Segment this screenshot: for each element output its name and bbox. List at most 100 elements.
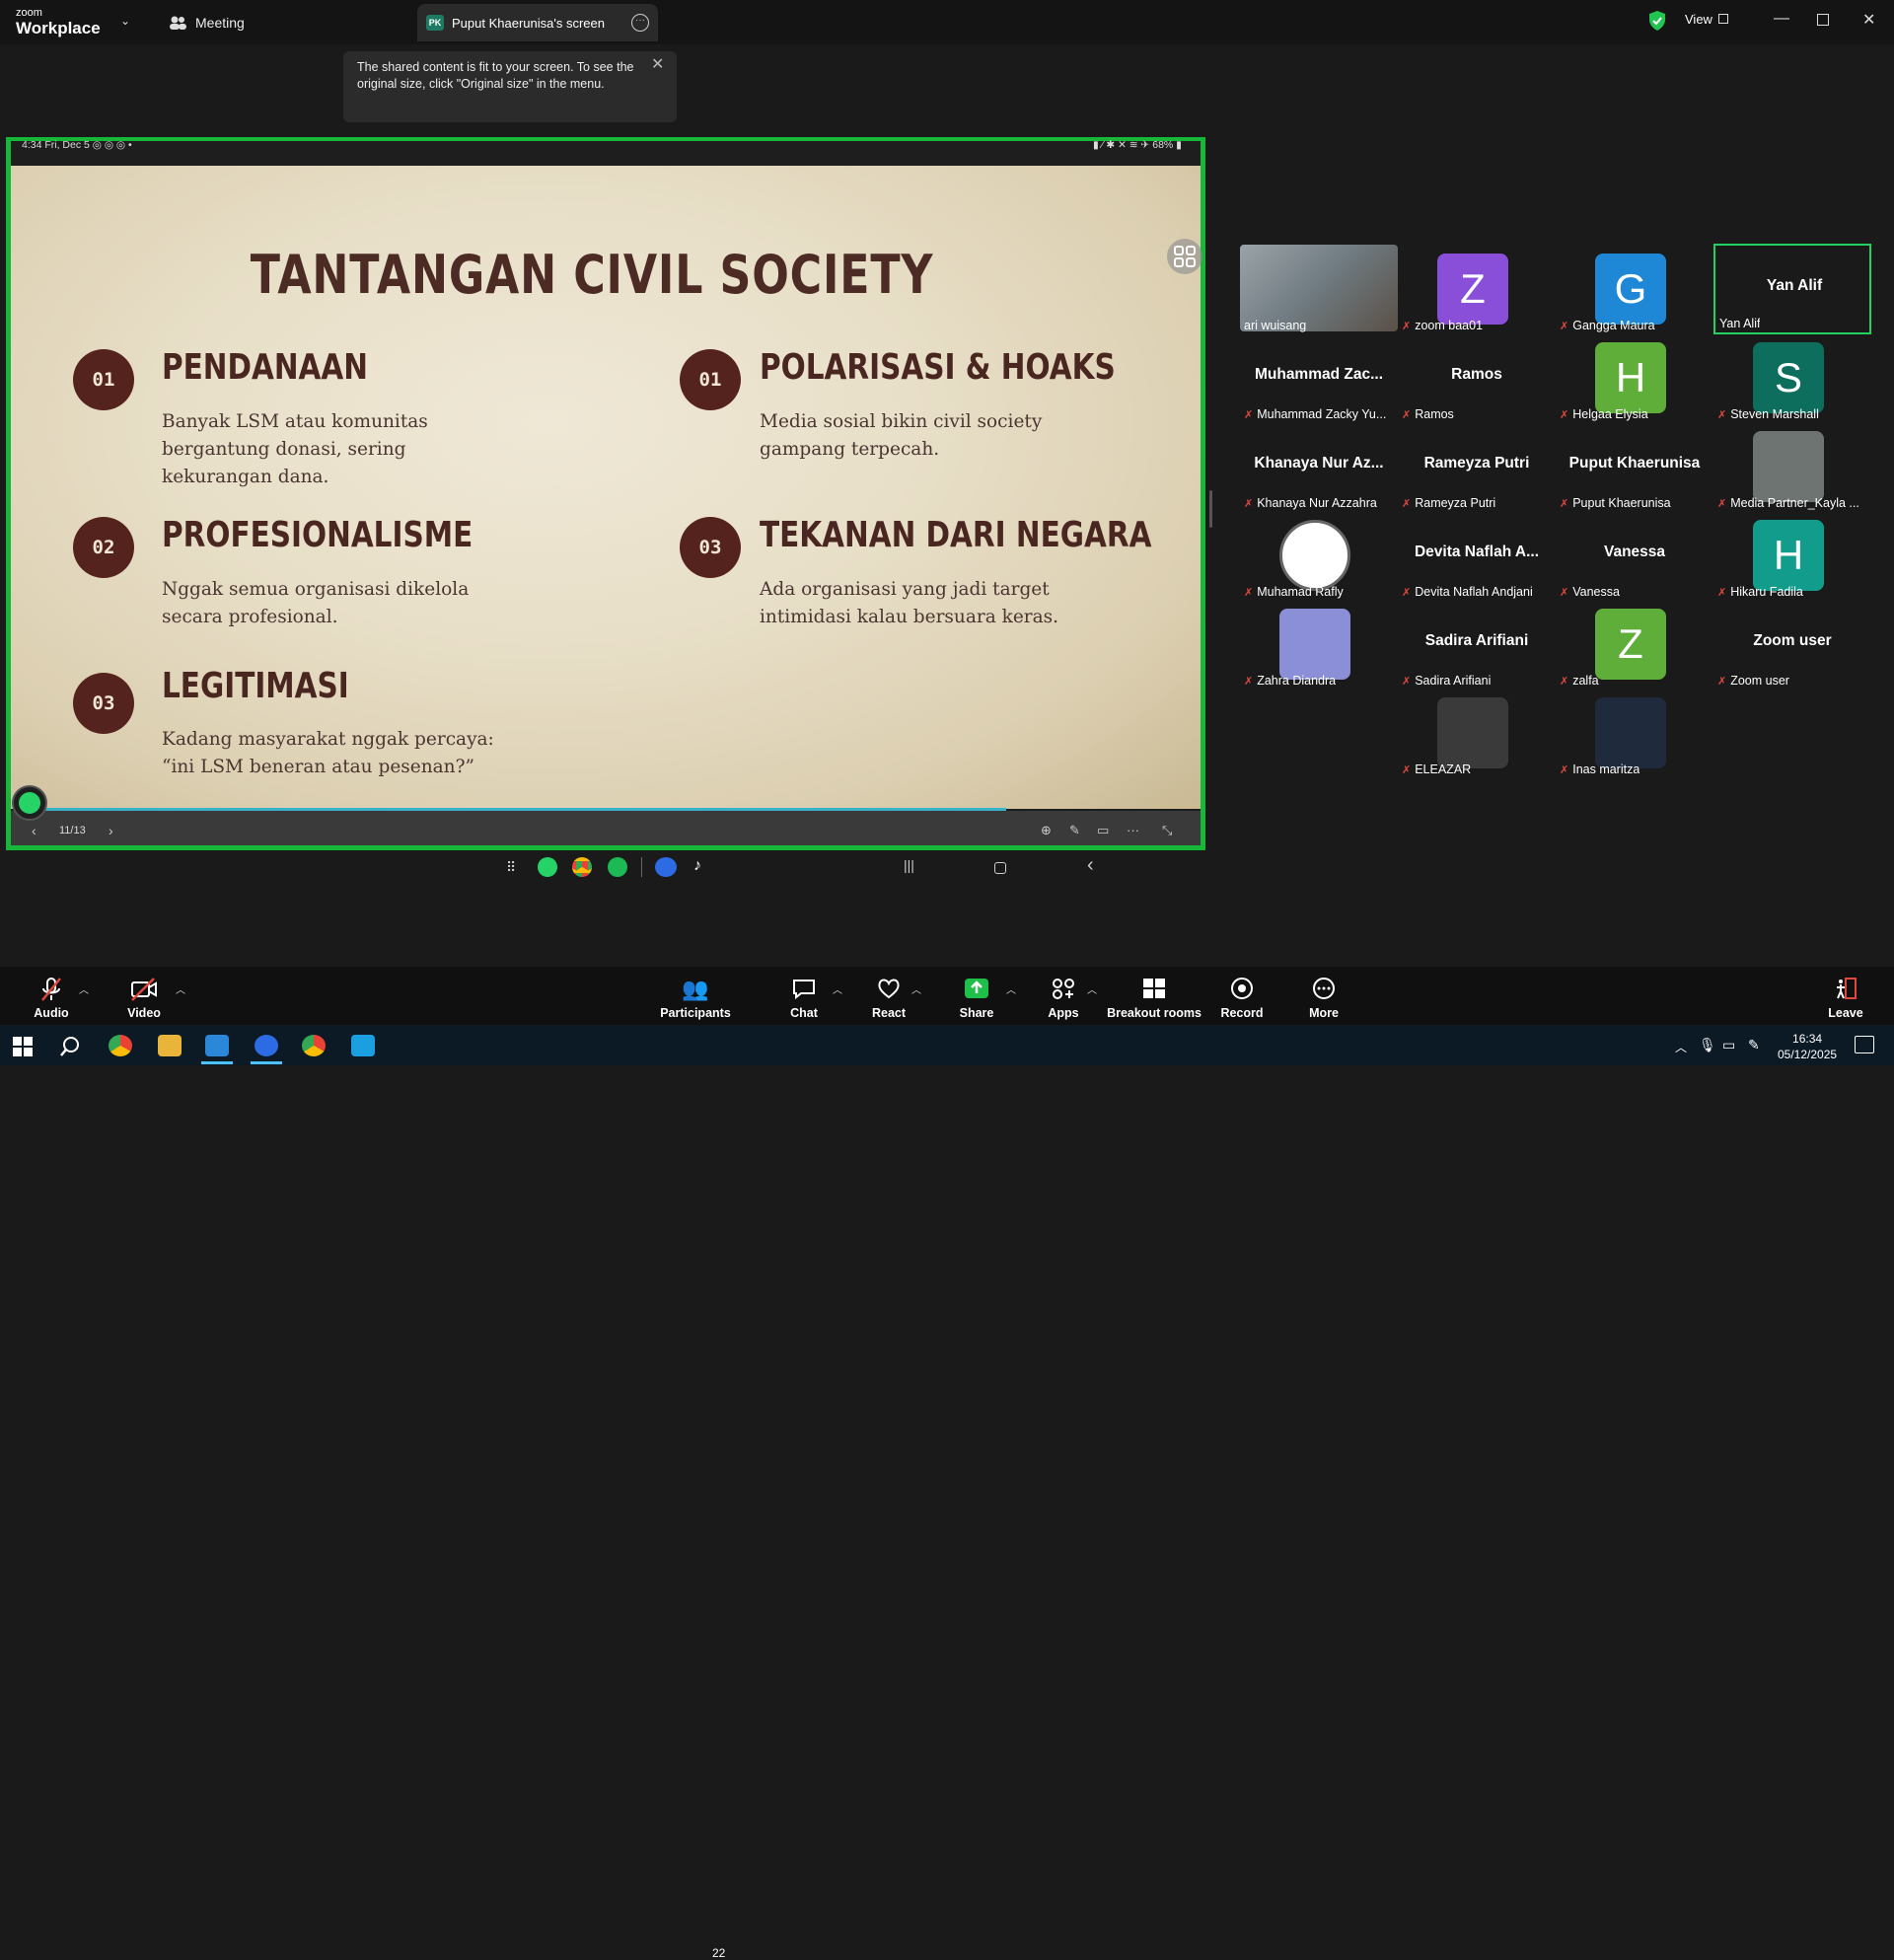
participant-tile[interactable]: Vanessa ✗ Vanessa (1556, 512, 1713, 601)
share-options-icon[interactable]: ··· (631, 14, 649, 32)
mic-muted-icon: ✗ (1560, 498, 1569, 510)
participant-tile[interactable]: ✗ Zahra Diandra (1240, 601, 1398, 690)
participant-tile[interactable]: ari wuisang (1240, 245, 1398, 334)
participants-button[interactable]: 👥 Participants (656, 967, 735, 1022)
mic-muted-icon: ✗ (1402, 587, 1412, 599)
participant-tile[interactable]: Sadira Arifiani ✗ Sadira Arifiani (1398, 601, 1556, 690)
apps-options-caret-icon[interactable]: ︿ (1087, 981, 1097, 996)
windows-start-icon[interactable] (13, 1037, 33, 1056)
search-icon[interactable] (59, 1036, 81, 1057)
taskbar-clock[interactable]: 16:34 05/12/2025 (1778, 1031, 1837, 1062)
app-menu-chevron-icon[interactable]: ⌄ (120, 14, 130, 28)
mic-muted-icon: ✗ (1402, 498, 1412, 510)
participant-display-name: Ramos (1451, 366, 1502, 383)
participant-name: Zoom user (1730, 674, 1789, 688)
security-shield-icon[interactable] (1647, 10, 1667, 32)
participant-tile[interactable]: ✗ Media Partner_Kayla ... (1713, 423, 1871, 512)
notifications-icon[interactable] (1855, 1036, 1874, 1053)
chrome-taskbar-icon[interactable] (109, 1035, 132, 1056)
next-slide-icon[interactable]: › (109, 823, 113, 838)
pen-icon[interactable]: ✎ (1069, 823, 1080, 838)
participant-tile[interactable]: ✗ Inas maritza (1556, 690, 1713, 778)
tray-mic-icon[interactable]: 🎙 (1699, 1037, 1716, 1053)
participant-tile[interactable]: Khanaya Nur Az... ✗ Khanaya Nur Azzahra (1240, 423, 1398, 512)
more-button[interactable]: More (1304, 967, 1344, 1022)
chat-button[interactable]: Chat (784, 967, 824, 1022)
close-window-icon[interactable]: ✕ (1862, 10, 1875, 30)
participant-name: Sadira Arifiani (1415, 674, 1492, 688)
video-button[interactable]: Video (116, 967, 172, 1022)
participant-tile[interactable]: S ✗ Steven Marshall (1713, 334, 1871, 423)
section-heading: LEGITIMASI (162, 666, 349, 706)
zoom-taskbar-icon[interactable] (255, 1035, 278, 1056)
recent-apps-icon[interactable]: ||| (904, 857, 914, 873)
view-button[interactable]: View (1685, 12, 1712, 27)
react-button[interactable]: React (868, 967, 910, 1022)
mic-muted-icon: ✗ (1402, 409, 1412, 421)
subtitles-icon[interactable]: ▭ (1097, 823, 1109, 838)
exit-fullscreen-icon[interactable]: ⤡ (1162, 823, 1172, 838)
file-explorer-icon[interactable] (158, 1035, 182, 1056)
audio-button[interactable]: Audio (24, 967, 79, 1022)
participant-avatar: H (1753, 520, 1824, 591)
participant-name-label: ✗ Zahra Diandra (1244, 674, 1336, 688)
share-button[interactable]: Share (955, 967, 998, 1022)
chat-options-caret-icon[interactable]: ︿ (833, 981, 842, 996)
participant-tile[interactable]: Puput Khaerunisa ✗ Puput Khaerunisa (1556, 423, 1713, 512)
tray-pen-icon[interactable]: ✎ (1748, 1037, 1760, 1053)
paint-taskbar-icon[interactable] (351, 1035, 375, 1056)
panel-resize-handle[interactable] (1209, 490, 1212, 528)
zoom-in-icon[interactable]: ⊕ (1041, 823, 1052, 838)
participant-tile[interactable]: H ✗ Helgaa Elysia (1556, 334, 1713, 423)
back-icon[interactable]: ‹ (1087, 854, 1094, 877)
share-options-caret-icon[interactable]: ︿ (1006, 981, 1016, 996)
zoom-app-icon[interactable] (655, 857, 677, 877)
section-heading: PROFESIONALISME (162, 515, 474, 555)
tooltip-close-icon[interactable]: ✕ (651, 54, 664, 74)
participant-tile[interactable]: Z ✗ zalfa (1556, 601, 1713, 690)
participant-avatar: H (1595, 342, 1666, 413)
participant-tile[interactable]: ✗ ELEAZAR (1398, 690, 1556, 778)
app-drawer-icon[interactable]: ⠿ (506, 859, 516, 876)
tray-network-icon[interactable]: ▭ (1722, 1037, 1735, 1053)
section-body: Nggak semua organisasi dikelola secara p… (162, 579, 470, 627)
chrome-profile-taskbar-icon[interactable] (302, 1035, 326, 1056)
participant-tile[interactable]: G ✗ Gangga Maura (1556, 246, 1713, 334)
chrome-icon[interactable] (572, 857, 592, 877)
app-taskbar-icon[interactable] (205, 1035, 229, 1056)
spotify-icon[interactable] (608, 857, 627, 877)
tray-overflow-icon[interactable]: ︿ (1675, 1039, 1687, 1055)
breakout-rooms-button[interactable]: Breakout rooms (1107, 967, 1202, 1022)
restore-icon[interactable] (1817, 14, 1829, 26)
prev-slide-icon[interactable]: ‹ (32, 823, 36, 838)
participant-tile[interactable]: Yan Alif Yan Alif (1713, 244, 1871, 334)
participant-tile[interactable]: Ramos ✗ Ramos (1398, 334, 1556, 423)
participant-tile[interactable]: H ✗ Hikaru Fadila (1713, 512, 1871, 601)
tiktok-icon[interactable]: ♪ (693, 857, 701, 875)
apps-button[interactable]: Apps (1044, 967, 1083, 1022)
home-icon[interactable] (994, 862, 1006, 874)
clock-time: 16:34 (1792, 1032, 1823, 1046)
participant-tile[interactable]: Rameyza Putri ✗ Rameyza Putri (1398, 423, 1556, 512)
participant-name: ari wuisang (1244, 319, 1307, 332)
windows-taskbar (0, 1025, 1894, 1065)
minimize-icon[interactable]: — (1774, 10, 1789, 28)
react-options-caret-icon[interactable]: ︿ (911, 981, 921, 996)
participant-tile[interactable]: Z ✗ zoom baa01 (1398, 246, 1556, 334)
participant-tile[interactable]: Devita Naflah A... ✗ Devita Naflah Andjani (1398, 512, 1556, 601)
participant-display-name: Rameyza Putri (1423, 455, 1530, 472)
video-options-caret-icon[interactable]: ︿ (176, 981, 185, 996)
gallery-toggle-icon[interactable] (1167, 239, 1202, 274)
title-bar: zoom Workplace ⌄ Meeting PK Puput Khaeru… (0, 0, 1894, 44)
record-button[interactable]: Record (1219, 967, 1265, 1022)
whatsapp-icon[interactable] (538, 857, 557, 877)
participant-tile[interactable]: Zoom user ✗ Zoom user (1713, 601, 1871, 690)
participant-tile[interactable]: ✗ Muhamad Rafly (1240, 512, 1398, 601)
participant-name: Ramos (1415, 407, 1454, 421)
slide-more-icon[interactable]: ··· (1127, 823, 1139, 837)
participant-display-name: Devita Naflah A... (1414, 544, 1540, 560)
audio-options-caret-icon[interactable]: ︿ (79, 981, 89, 996)
meeting-tab[interactable]: Meeting (195, 15, 245, 31)
participant-name-label: ✗ Khanaya Nur Azzahra (1244, 496, 1377, 510)
participant-tile[interactable]: Muhammad Zac... ✗ Muhammad Zacky Yu... (1240, 334, 1398, 423)
